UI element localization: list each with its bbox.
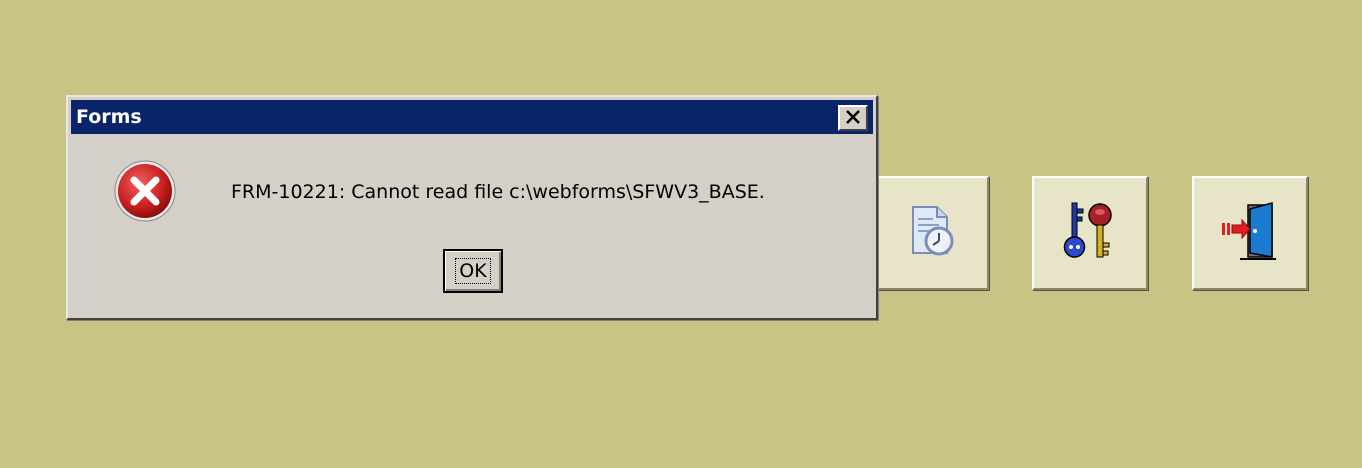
exit-button[interactable] [1192,176,1308,290]
security-keys-button[interactable] [1032,176,1148,290]
keys-icon [1058,199,1122,267]
error-icon [113,159,177,223]
error-message: FRM-10221: Cannot read file c:\webforms\… [231,181,765,203]
ok-button[interactable]: OK [443,249,503,293]
close-button[interactable] [838,105,868,131]
exit-door-icon [1218,199,1282,267]
error-dialog: Forms FRM-10221: Cannot read file c:\web… [66,95,878,320]
dialog-titlebar[interactable]: Forms [71,100,873,134]
report-button[interactable] [873,176,989,290]
report-clock-icon [903,203,959,263]
dialog-title: Forms [76,106,142,128]
ok-button-label: OK [455,258,491,284]
close-icon [845,109,861,128]
